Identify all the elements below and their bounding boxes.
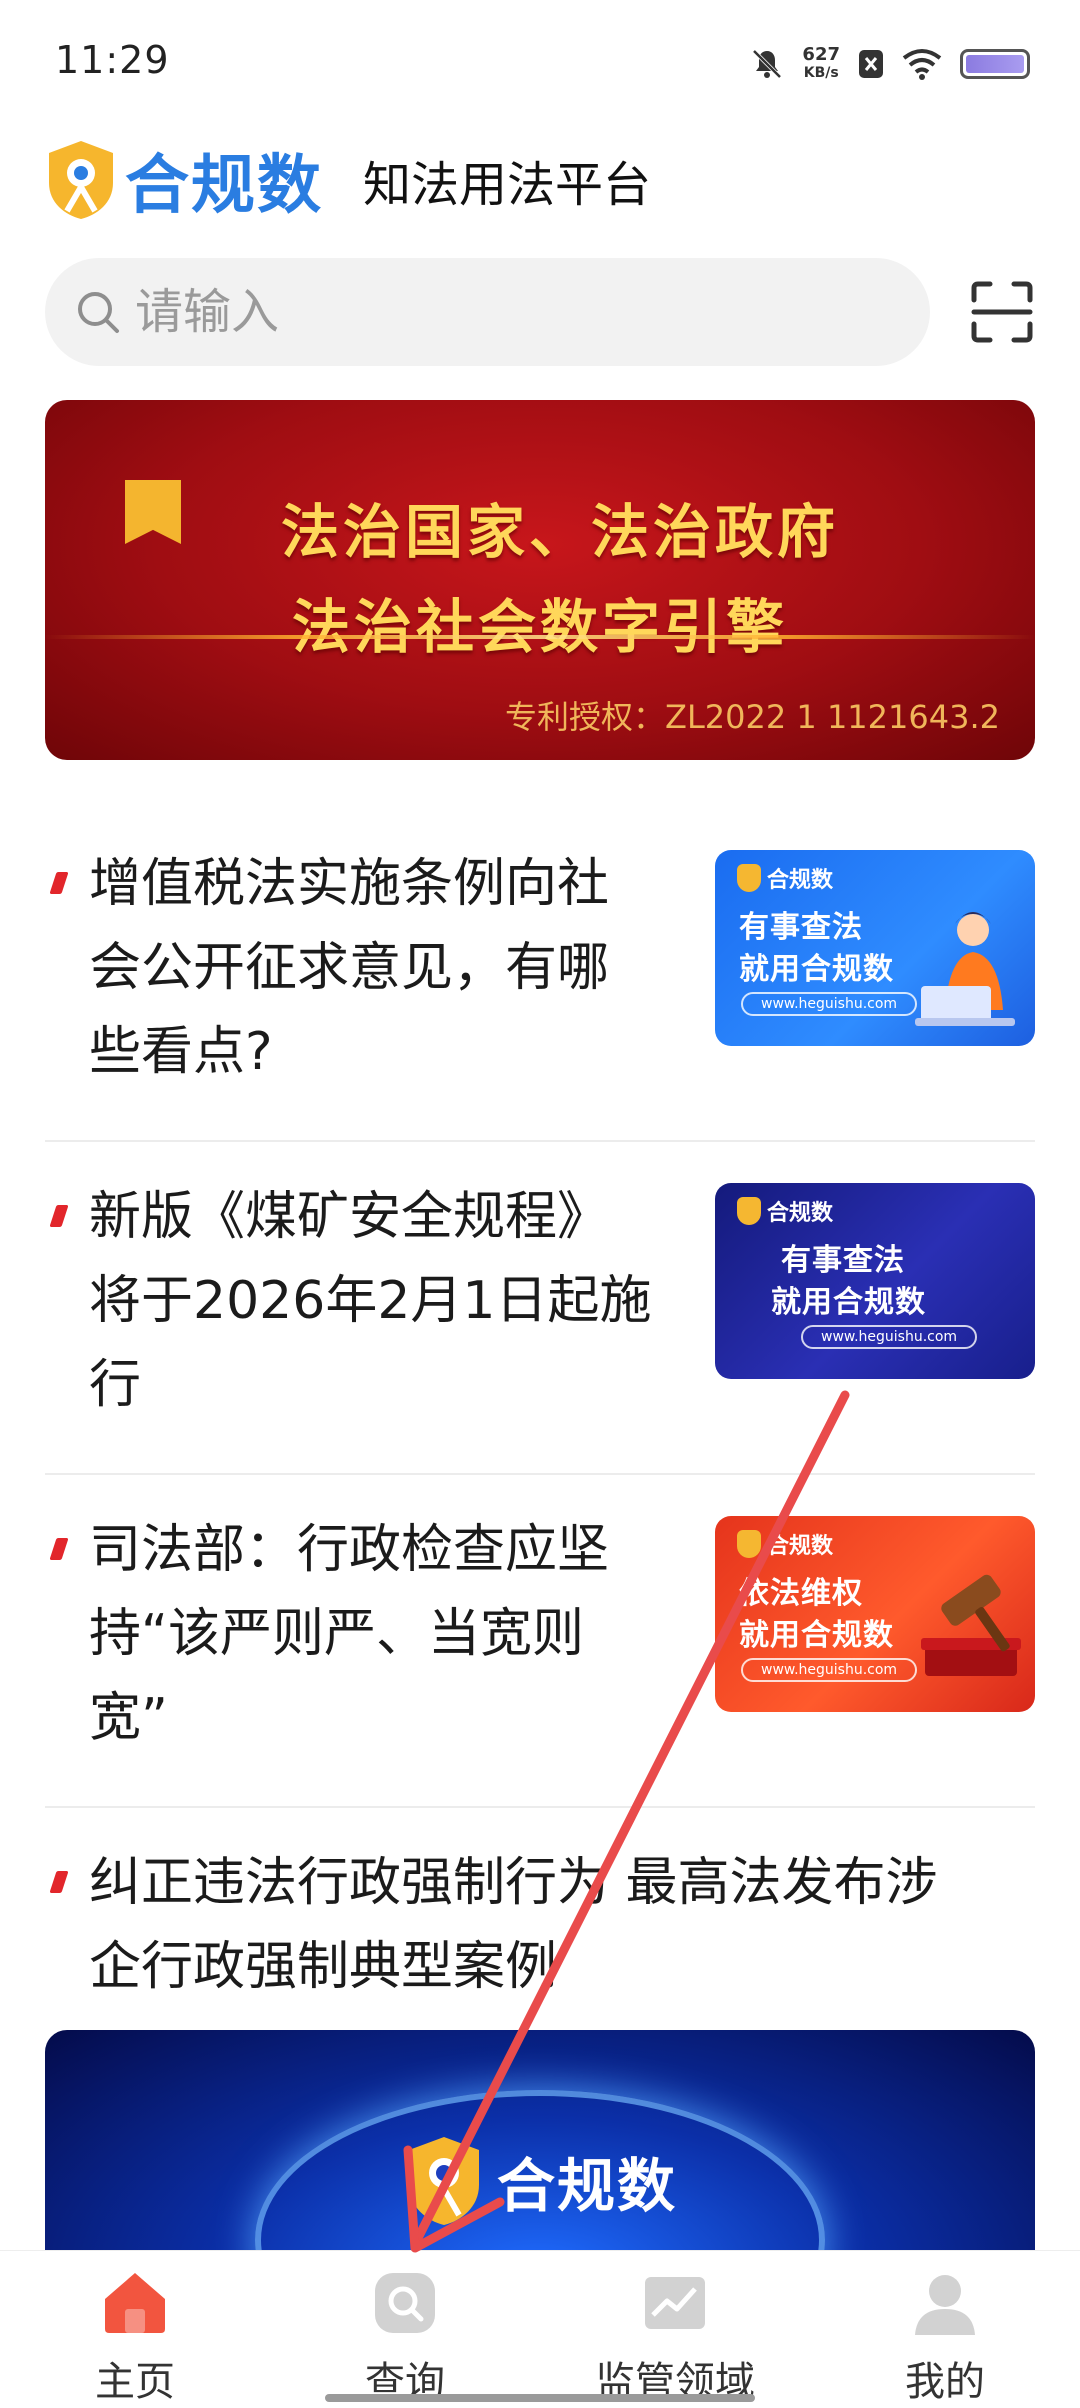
news-title-line: 增值税法实施条例向社 bbox=[89, 854, 610, 914]
gavel-icon bbox=[921, 1574, 1021, 1676]
news-item[interactable]: 增值税法实施条例向社 会公开征求意见，有哪 些看点? 合规数 有事查法 就用合规… bbox=[45, 850, 1035, 1140]
news-thumbnail[interactable]: 合规数 有事查法 就用合规数 www.heguishu.com bbox=[715, 850, 1035, 1046]
brand-slogan: 知法用法平台 bbox=[363, 157, 652, 213]
news-title: 新版《煤矿安全规程》 将于2026年2月1日起施 行 bbox=[89, 1175, 699, 1427]
bottom-tab-bar: 主页 查询 监管领域 我的 bbox=[0, 2250, 1080, 2408]
tab-profile-label: 我的 bbox=[905, 2359, 985, 2405]
thumbnail-url: www.heguishu.com bbox=[801, 1325, 978, 1349]
search-bar[interactable] bbox=[45, 258, 930, 366]
thumbnail-url: www.heguishu.com bbox=[741, 1658, 918, 1682]
thumbnail-line-1: 依法维权 bbox=[739, 1576, 863, 1611]
app-header: 合规数 知法用法平台 bbox=[45, 130, 651, 230]
thumbnail-brand: 合规数 bbox=[767, 868, 834, 893]
thumbnail-brand: 合规数 bbox=[767, 1201, 834, 1226]
news-marker bbox=[49, 1538, 69, 1560]
news-title-line: 持“该严则严、当宽则 bbox=[89, 1604, 584, 1664]
search-input[interactable] bbox=[135, 284, 835, 340]
divider bbox=[45, 1140, 1035, 1142]
sim-icon bbox=[859, 50, 883, 78]
battery-icon bbox=[960, 49, 1030, 79]
news-title-line: 宽” bbox=[89, 1688, 168, 1748]
status-icons: 627 KB/s bbox=[750, 40, 1030, 88]
search-tab-icon bbox=[375, 2273, 435, 2333]
promo-banner[interactable]: 合规数 bbox=[45, 2030, 1035, 2250]
banner-patent: 专利授权：ZL2022 1 1121643.2 bbox=[505, 698, 1000, 736]
net-speed-unit: KB/s bbox=[803, 65, 839, 81]
tab-home-label: 主页 bbox=[95, 2359, 175, 2405]
mute-icon bbox=[753, 49, 782, 79]
news-title: 增值税法实施条例向社 会公开征求意见，有哪 些看点? bbox=[89, 842, 699, 1094]
net-speed-value: 627 bbox=[802, 44, 840, 65]
thumbnail-logo: 合规数 bbox=[737, 1195, 833, 1227]
news-thumbnail[interactable]: 合规数 依法维权 就用合规数 www.heguishu.com bbox=[715, 1516, 1035, 1712]
brand-logo-icon bbox=[737, 1530, 761, 1558]
thumbnail-line-1: 有事查法 bbox=[739, 910, 863, 945]
news-title-line: 些看点? bbox=[89, 1022, 273, 1082]
news-title: 纠正违法行政强制行为 最高法发布涉 企行政强制典型案例 bbox=[89, 1841, 1039, 2009]
news-thumbnail[interactable]: 合规数 有事查法 就用合规数 www.heguishu.com bbox=[715, 1183, 1035, 1379]
news-marker bbox=[49, 1871, 69, 1893]
brand-name: 合规数 bbox=[125, 149, 323, 223]
brand-logo-icon bbox=[409, 2137, 479, 2225]
brand-logo-icon bbox=[49, 141, 113, 219]
news-item[interactable]: 新版《煤矿安全规程》 将于2026年2月1日起施 行 合规数 有事查法 就用合规… bbox=[45, 1183, 1035, 1473]
divider bbox=[45, 1806, 1035, 1808]
tab-home[interactable]: 主页 bbox=[35, 2269, 235, 2407]
scan-icon[interactable] bbox=[970, 280, 1034, 344]
thumbnail-line-2: 就用合规数 bbox=[739, 952, 894, 987]
wifi-icon bbox=[902, 49, 942, 80]
banner-light-streak bbox=[45, 635, 1035, 639]
thumbnail-url: www.heguishu.com bbox=[741, 992, 918, 1016]
thumbnail-line-2: 就用合规数 bbox=[771, 1285, 926, 1320]
news-marker bbox=[49, 1205, 69, 1227]
news-title-line: 行 bbox=[89, 1355, 142, 1415]
thumbnail-line-2: 就用合规数 bbox=[739, 1618, 894, 1653]
news-title-line: 会公开征求意见，有哪 bbox=[89, 938, 610, 998]
app-screen: 11:29 627 KB/s 合规数 知法用法平台 请输入 法治国家、法治政府 … bbox=[0, 0, 1080, 2408]
search-icon bbox=[78, 292, 119, 333]
news-title-line: 企行政强制典型案例 bbox=[89, 1937, 558, 1997]
news-title-line: 纠正违法行政强制行为 最高法发布涉 bbox=[89, 1853, 938, 1913]
news-title-line: 将于2026年2月1日起施 bbox=[89, 1271, 652, 1331]
banner-headline-1: 法治国家、法治政府 bbox=[280, 498, 839, 566]
status-bar: 11:29 627 KB/s bbox=[0, 0, 1080, 120]
news-title-line: 新版《煤矿安全规程》 bbox=[89, 1187, 610, 1247]
news-title: 司法部：行政检查应坚 持“该严则严、当宽则 宽” bbox=[89, 1508, 699, 1760]
person-laptop-illustration bbox=[915, 912, 1015, 1026]
tab-search[interactable]: 查询 bbox=[305, 2269, 505, 2407]
brand-logo-icon bbox=[737, 1197, 761, 1225]
home-icon bbox=[105, 2273, 165, 2333]
hero-banner[interactable]: 法治国家、法治政府 法治社会数字引擎 专利授权：ZL2022 1 1121643… bbox=[45, 400, 1035, 760]
news-marker bbox=[49, 872, 69, 894]
thumbnail-logo: 合规数 bbox=[737, 862, 833, 894]
net-speed: 627 KB/s bbox=[802, 46, 840, 82]
tab-profile[interactable]: 我的 bbox=[845, 2269, 1045, 2407]
news-item[interactable]: 司法部：行政检查应坚 持“该严则严、当宽则 宽” 合规数 依法维权 就用合规数 … bbox=[45, 1516, 1035, 1806]
promo-logo: 合规数 bbox=[405, 2135, 677, 2227]
battery-fill bbox=[966, 55, 1024, 73]
home-indicator[interactable] bbox=[325, 2394, 755, 2402]
brand-logo-icon bbox=[737, 864, 761, 892]
divider bbox=[45, 1473, 1035, 1475]
profile-icon bbox=[915, 2275, 975, 2335]
tab-regulation[interactable]: 监管领域 bbox=[575, 2269, 775, 2407]
news-title-line: 司法部：行政检查应坚 bbox=[89, 1520, 610, 1580]
thumbnail-line-1: 有事查法 bbox=[781, 1243, 905, 1278]
news-item[interactable]: 纠正违法行政强制行为 最高法发布涉 企行政强制典型案例 bbox=[45, 1849, 1035, 2029]
promo-brand: 合规数 bbox=[497, 2152, 678, 2220]
thumbnail-logo: 合规数 bbox=[737, 1528, 833, 1560]
thumbnail-brand: 合规数 bbox=[767, 1534, 834, 1559]
status-time: 11:29 bbox=[55, 38, 170, 82]
banner-headline-2: 法治社会数字引擎 bbox=[291, 593, 788, 661]
chart-icon bbox=[645, 2277, 705, 2329]
